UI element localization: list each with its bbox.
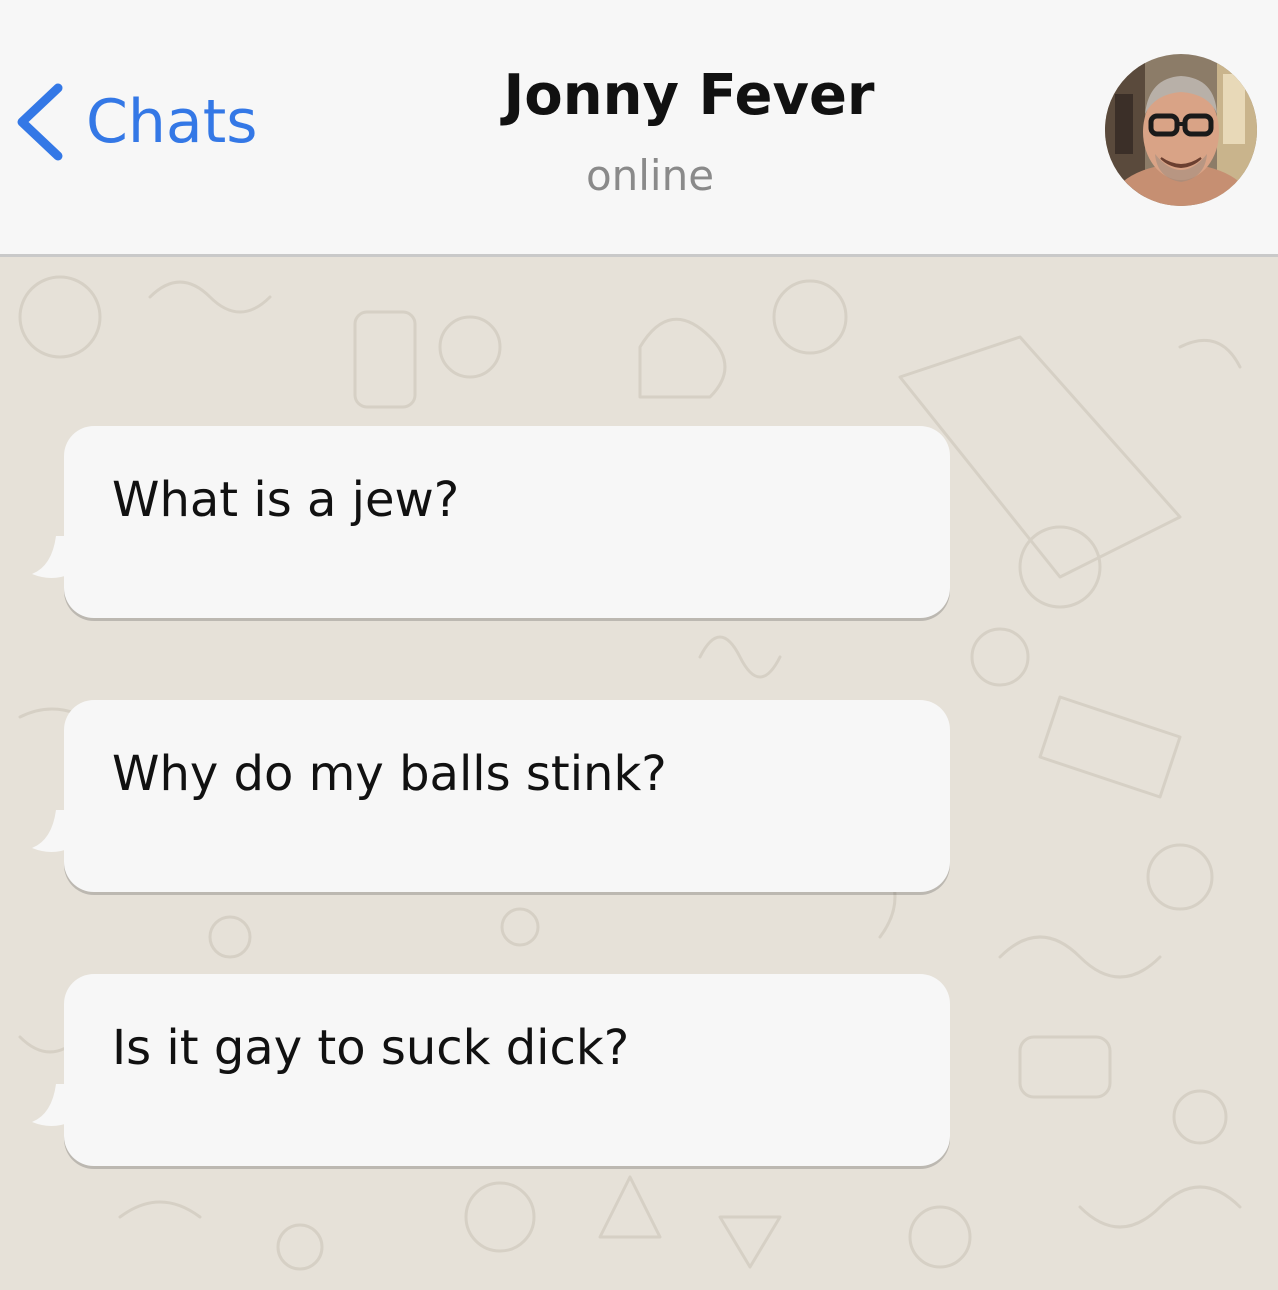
contact-avatar[interactable] [1105,54,1257,206]
chat-header: Chats Jonny Fever online [0,0,1278,257]
avatar-image [1105,54,1257,206]
contact-status: online [585,151,715,200]
back-button-label: Chats [86,87,258,157]
back-button[interactable]: Chats [14,82,257,162]
message-text: What is a jew? [112,472,460,528]
message-bubble-1[interactable]: What is a jew? [32,426,950,618]
contact-name[interactable]: Jonny Fever [339,60,1039,132]
message-bubble-2[interactable]: Why do my balls stink? [32,700,950,892]
chevron-left-icon [17,83,63,161]
bubble-tail [32,1084,70,1126]
message-bubble-3[interactable]: Is it gay to suck dick? [32,974,950,1166]
chat-area[interactable]: What is a jew? Why do my balls stink? Is… [0,257,1278,1290]
bubble-tail [32,810,70,852]
bubble-tail [32,536,70,578]
message-text: Why do my balls stink? [112,746,667,802]
message-text: Is it gay to suck dick? [112,1020,630,1076]
